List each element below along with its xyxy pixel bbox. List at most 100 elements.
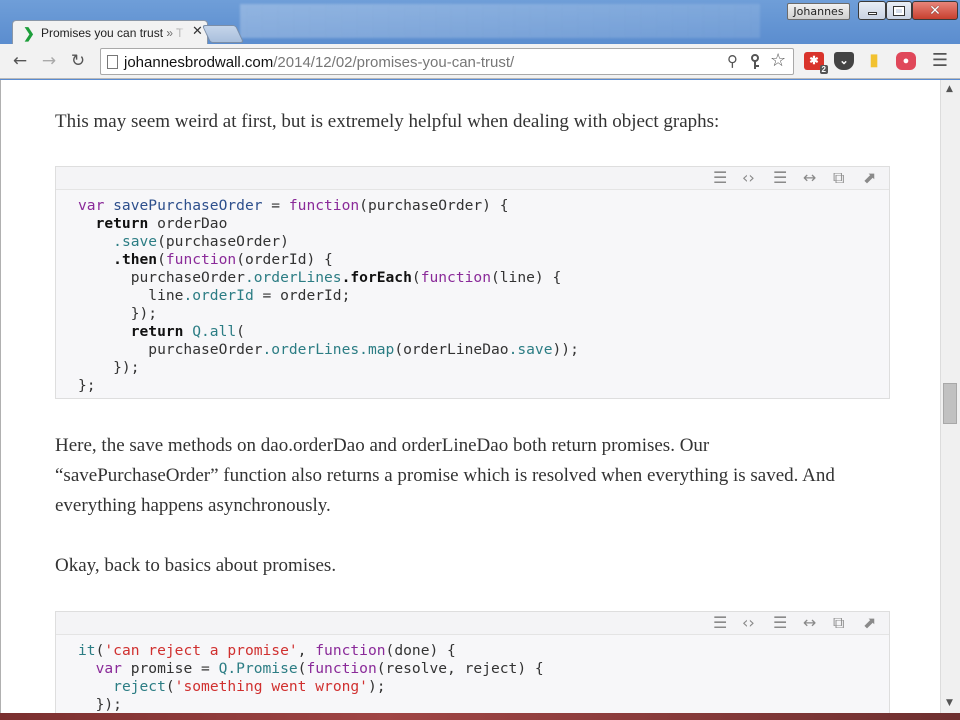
tab-promises-you-can-trust[interactable]: ❯ Promises you can trust » T ✕: [12, 20, 208, 45]
paragraph-intro: This may seem weird at first, but is ext…: [55, 111, 720, 132]
code-token: line: [78, 287, 184, 304]
code-icon[interactable]: ‹›: [742, 169, 755, 187]
code-token: .then: [113, 251, 158, 268]
copy-icon[interactable]: ⧉: [833, 169, 844, 187]
reload-button[interactable]: ↻: [67, 51, 89, 71]
wrap-icon[interactable]: ☰: [773, 614, 787, 632]
close-icon: ✕: [929, 2, 941, 19]
code-token: );: [367, 678, 386, 695]
pocket-icon[interactable]: ⌄: [834, 52, 854, 70]
view-source-icon[interactable]: ☰: [713, 169, 727, 187]
code-line: var promise = Q.Promise(function(resolve…: [78, 660, 889, 678]
code-token: (: [157, 251, 166, 268]
code-token: .orderId: [183, 287, 254, 304]
scroll-up-icon[interactable]: ▲: [946, 84, 953, 94]
extension-red-icon[interactable]: ✱ 2: [804, 52, 828, 74]
code-token: .save: [113, 233, 158, 250]
code-token: ,: [297, 642, 316, 659]
address-bar[interactable]: johannesbrodwall.com/2014/12/02/promises…: [100, 48, 794, 75]
page-content: This may seem weird at first, but is ext…: [0, 80, 940, 713]
code-token: 'can reject a promise': [104, 642, 298, 659]
tab-close-icon[interactable]: ✕: [192, 24, 203, 39]
browser-toolbar: ← → ↻ johannesbrodwall.com/2014/12/02/pr…: [0, 44, 960, 79]
code-icon[interactable]: ‹›: [742, 614, 755, 632]
popup-icon[interactable]: ⬈: [863, 614, 876, 632]
tab-title-fade: [161, 24, 187, 42]
code-token: .save: [508, 341, 553, 358]
code-line: });: [78, 359, 889, 377]
zoom-icon[interactable]: ⚲: [727, 52, 738, 70]
code-token: =: [262, 197, 289, 214]
site-favicon-icon: ❯: [23, 25, 35, 41]
code-token: (: [236, 323, 245, 340]
code-token: = orderId;: [253, 287, 351, 304]
code-token: function: [306, 660, 377, 677]
code-token: });: [78, 696, 122, 713]
code-block-2: ☰ ‹› ☰ ↔ ⧉ ⬈ it('can reject a promise', …: [55, 611, 890, 713]
code-line: var savePurchaseOrder = function(purchas…: [78, 197, 889, 215]
scrollbar-thumb[interactable]: [943, 383, 957, 424]
code-line: return Q.all(: [78, 323, 889, 341]
code-line: purchaseOrder.orderLines.map(orderLineDa…: [78, 341, 889, 359]
close-window-button[interactable]: ✕: [912, 1, 958, 20]
page-scrollbar[interactable]: ▲ ▼: [940, 80, 960, 713]
hamburger-menu-icon: ☰: [931, 50, 949, 71]
code-token: (: [165, 678, 175, 695]
paragraph-explanation: Here, the save methods on dao.orderDao a…: [55, 435, 835, 516]
code-token: (line) {: [490, 269, 562, 286]
url-text[interactable]: johannesbrodwall.com/2014/12/02/promises…: [124, 54, 514, 71]
popup-icon[interactable]: ⬈: [863, 169, 876, 187]
code-token: function: [288, 197, 360, 214]
key-icon[interactable]: [749, 54, 761, 70]
code-toolbar: ☰ ‹› ☰ ↔ ⧉ ⬈: [56, 612, 889, 635]
code-token: var: [95, 660, 122, 677]
background-blur: [240, 4, 760, 38]
code-token: (orderLineDao: [394, 341, 509, 358]
code-token: (: [411, 269, 421, 286]
code-token: .orderLines: [262, 341, 360, 358]
minimize-icon: [867, 12, 877, 15]
scroll-down-icon[interactable]: ▼: [946, 698, 953, 708]
code-token: (done) {: [385, 642, 456, 659]
code-token: function: [165, 251, 237, 268]
forward-button[interactable]: →: [38, 51, 60, 71]
code-token: ));: [552, 341, 579, 358]
paragraph-back-to-basics: Okay, back to basics about promises.: [55, 555, 337, 576]
url-host: johannesbrodwall.com: [124, 54, 274, 71]
back-arrow-icon: ←: [12, 51, 28, 71]
code-token: promise =: [121, 660, 219, 677]
maximize-button[interactable]: [886, 1, 912, 20]
code-token: purchaseOrder: [78, 341, 263, 358]
code-token: Q.Promise: [218, 660, 298, 677]
code-token: (purchaseOrder): [157, 233, 289, 250]
copy-icon[interactable]: ⧉: [833, 614, 844, 632]
new-tab-button[interactable]: [201, 25, 245, 43]
back-button[interactable]: ←: [9, 51, 31, 71]
minimize-button[interactable]: [858, 1, 886, 20]
code-token: .orderLines: [244, 269, 342, 286]
code-line: .save(purchaseOrder): [78, 233, 889, 251]
extension-phone-icon[interactable]: ▮: [864, 52, 884, 70]
code-token: return: [95, 215, 149, 232]
code-token: savePurchaseOrder: [104, 197, 263, 214]
profile-user-button[interactable]: Johannes: [787, 3, 850, 20]
code-line: reject('something went wrong');: [78, 678, 889, 696]
wrap-icon[interactable]: ☰: [773, 169, 787, 187]
code-token: });: [78, 305, 158, 322]
bookmark-star-icon[interactable]: ☆: [770, 50, 786, 71]
expand-icon[interactable]: ↔: [803, 614, 816, 632]
extension-chat-icon[interactable]: ●: [896, 52, 916, 70]
code-token: .forEach: [341, 269, 412, 286]
code-token: function: [420, 269, 491, 286]
reload-icon: ↻: [70, 51, 86, 71]
code-token: 'something went wrong': [174, 678, 368, 695]
view-source-icon[interactable]: ☰: [713, 614, 727, 632]
code-listing: var savePurchaseOrder = function(purchas…: [56, 190, 889, 395]
expand-icon[interactable]: ↔: [803, 169, 816, 187]
browser-menu-button[interactable]: ☰: [929, 51, 951, 71]
code-line: return orderDao: [78, 215, 889, 233]
